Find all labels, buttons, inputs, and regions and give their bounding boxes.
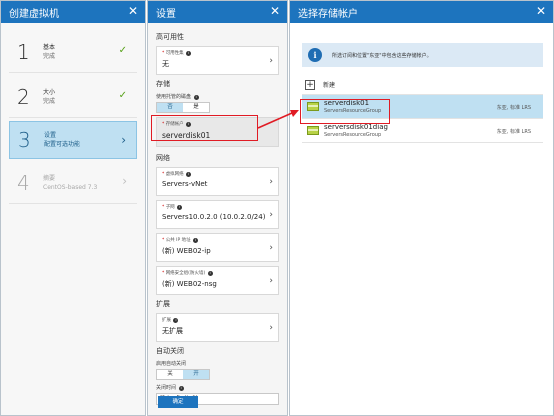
create-vm-title: 创建虚拟机 bbox=[9, 8, 59, 20]
info-icon: i bbox=[193, 238, 199, 243]
chevron-right-icon: › bbox=[269, 323, 273, 333]
auto-shutdown-toggle[interactable]: 关 开 bbox=[156, 369, 210, 380]
field-value: 无 bbox=[162, 60, 169, 68]
field-label: 虚拟网络 bbox=[165, 172, 184, 177]
extensions-field[interactable]: 扩展 i 无扩展 › bbox=[156, 313, 279, 342]
checkmark-icon: ✓ bbox=[118, 45, 127, 56]
field-label: 网络安全组(防火墙) bbox=[165, 271, 206, 276]
step-basics[interactable]: 1 基本 完成 ✓ bbox=[9, 31, 137, 73]
nsg-field[interactable]: * 网络安全组(防火墙) i (新) WEB02-nsg › bbox=[156, 266, 279, 295]
managed-disk-label: 使用托管的磁盘 bbox=[156, 94, 192, 100]
ok-button[interactable]: 确定 bbox=[158, 396, 198, 408]
step-summary[interactable]: 4 摘要 CentOS-based 7.3 › bbox=[9, 162, 137, 204]
step-title: 摘要 bbox=[43, 174, 56, 182]
create-new-label: 新建 bbox=[323, 82, 336, 89]
toggle-off-option[interactable]: 关 bbox=[157, 370, 183, 379]
settings-title: 设置 bbox=[156, 8, 176, 20]
step-status: 配置可选功能 bbox=[44, 141, 81, 148]
info-banner: i 所选订阅和位置"东亚"中包含这些存储帐户。 bbox=[302, 43, 543, 67]
subnet-field[interactable]: * 子网 i Servers10.0.2.0 (10.0.2.0/24) › bbox=[156, 200, 279, 229]
toggle-yes-option[interactable]: 是 bbox=[183, 103, 209, 112]
info-icon: i bbox=[173, 318, 179, 323]
chevron-right-icon: › bbox=[122, 174, 127, 188]
create-new-button[interactable]: + 新建 bbox=[302, 75, 543, 95]
choose-storage-blade: 选择存储帐户 ✕ i 所选订阅和位置"东亚"中包含这些存储帐户。 + 新建 se… bbox=[289, 0, 554, 416]
info-icon: i bbox=[186, 172, 192, 177]
settings-content: 高可用性 * 可用性集 i 无 › 存储 使用托管的磁盘 i 否 是 * 存储帐… bbox=[148, 23, 287, 405]
field-value: (新) WEB02-nsg bbox=[162, 280, 217, 288]
field-label: 公共 IP 地址 bbox=[165, 238, 191, 243]
close-icon[interactable]: ✕ bbox=[128, 4, 138, 18]
availability-set-field[interactable]: * 可用性集 i 无 › bbox=[156, 46, 279, 75]
step-title: 大小 bbox=[43, 88, 56, 96]
close-icon[interactable]: ✕ bbox=[270, 4, 280, 18]
step-title: 基本 bbox=[43, 43, 56, 51]
info-icon: i bbox=[178, 386, 184, 391]
chevron-right-icon: › bbox=[269, 243, 273, 253]
info-icon: i bbox=[193, 95, 199, 100]
step-size[interactable]: 2 大小 完成 ✓ bbox=[9, 76, 137, 118]
step-number: 1 bbox=[17, 39, 30, 64]
account-location: 东亚, 标准 LRS bbox=[496, 105, 531, 111]
public-ip-field[interactable]: * 公共 IP 地址 i (新) WEB02-ip › bbox=[156, 233, 279, 262]
info-message: 所选订阅和位置"东亚"中包含这些存储帐户。 bbox=[332, 52, 432, 59]
field-label: 扩展 bbox=[162, 318, 171, 323]
section-auto-shutdown: 自动关闭 bbox=[156, 347, 184, 355]
info-icon: i bbox=[207, 271, 213, 276]
field-value: Servers10.0.2.0 (10.0.2.0/24) bbox=[162, 213, 266, 221]
info-icon: i bbox=[177, 205, 183, 210]
step-title: 设置 bbox=[44, 132, 57, 139]
chevron-right-icon: › bbox=[269, 177, 273, 187]
chevron-right-icon: › bbox=[269, 56, 273, 66]
shutdown-time-label: 关闭时间 bbox=[156, 385, 177, 391]
section-extensions: 扩展 bbox=[156, 300, 170, 308]
field-value: 无扩展 bbox=[162, 327, 183, 335]
choose-storage-title: 选择存储帐户 bbox=[298, 8, 358, 20]
selected-account-highlight bbox=[300, 99, 390, 124]
chevron-right-icon: › bbox=[121, 133, 126, 147]
section-storage: 存储 bbox=[156, 80, 170, 88]
choose-storage-header: 选择存储帐户 ✕ bbox=[290, 1, 553, 23]
managed-disk-toggle[interactable]: 否 是 bbox=[156, 102, 210, 113]
storage-account-highlight bbox=[151, 115, 258, 141]
step-number: 4 bbox=[17, 170, 30, 195]
step-status: 完成 bbox=[43, 52, 56, 60]
settings-header: 设置 ✕ bbox=[148, 1, 287, 23]
section-high-availability: 高可用性 bbox=[156, 33, 184, 41]
step-number: 2 bbox=[17, 84, 30, 109]
step-status: 完成 bbox=[43, 97, 56, 105]
settings-blade: 设置 ✕ 高可用性 * 可用性集 i 无 › 存储 使用托管的磁盘 i 否 是 … bbox=[147, 0, 288, 416]
auto-shutdown-label: 启用自动关闭 bbox=[156, 361, 187, 367]
wizard-steps: 1 基本 完成 ✓ 2 大小 完成 ✓ 3 设置 配置可选功能 › 4 摘要 C… bbox=[1, 23, 145, 204]
info-icon: i bbox=[308, 48, 322, 62]
chevron-right-icon: › bbox=[269, 276, 273, 286]
account-location: 东亚, 标准 LRS bbox=[496, 129, 531, 135]
account-group: ServersResourceGroup bbox=[324, 131, 382, 138]
field-label: 子网 bbox=[165, 205, 175, 210]
checkmark-icon: ✓ bbox=[118, 90, 127, 101]
step-status: CentOS-based 7.3 bbox=[43, 183, 98, 191]
toggle-no-option[interactable]: 否 bbox=[157, 103, 183, 112]
storage-account-icon bbox=[307, 126, 319, 135]
toggle-on-option[interactable]: 开 bbox=[183, 370, 209, 379]
plus-icon: + bbox=[305, 79, 315, 90]
chevron-right-icon: › bbox=[269, 210, 273, 220]
create-vm-header: 创建虚拟机 ✕ bbox=[1, 1, 145, 23]
create-vm-blade: 创建虚拟机 ✕ 1 基本 完成 ✓ 2 大小 完成 ✓ 3 设置 配置可选功能 bbox=[0, 0, 146, 416]
field-value: Servers-vNet bbox=[162, 180, 208, 188]
field-label: 可用性集 bbox=[165, 51, 184, 56]
step-settings[interactable]: 3 设置 配置可选功能 › bbox=[9, 121, 137, 159]
step-number: 3 bbox=[18, 128, 31, 152]
field-value: (新) WEB02-ip bbox=[162, 247, 211, 255]
info-icon: i bbox=[186, 51, 192, 56]
section-network: 网络 bbox=[156, 154, 170, 162]
vnet-field[interactable]: * 虚拟网络 i Servers-vNet › bbox=[156, 167, 279, 196]
close-icon[interactable]: ✕ bbox=[536, 4, 546, 18]
